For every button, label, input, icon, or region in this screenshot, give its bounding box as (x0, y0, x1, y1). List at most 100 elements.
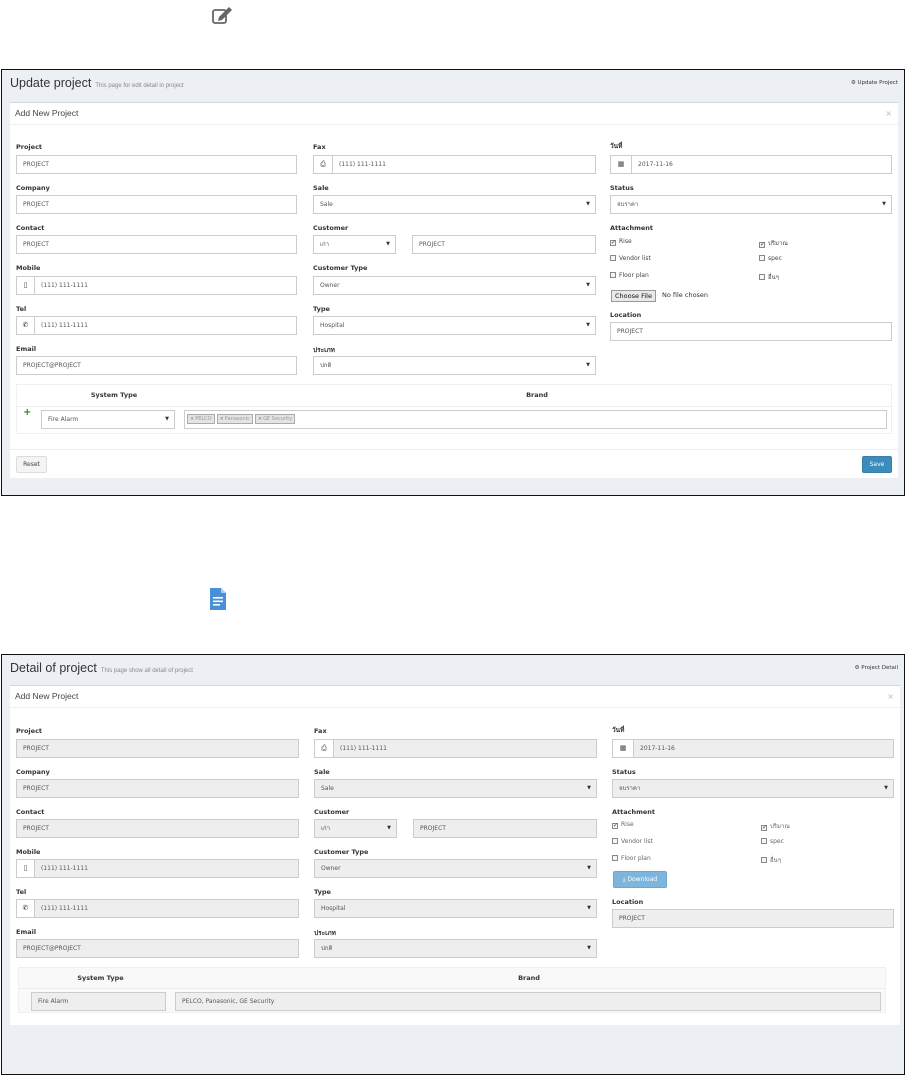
type-label: Type (313, 305, 330, 313)
mobile-input[interactable]: (111) 111-1111 (34, 276, 297, 295)
customer-name-input[interactable]: PROJECT (412, 235, 596, 254)
attachment-checkbox-rise[interactable]: ✓ Rise (610, 238, 632, 246)
contact-input[interactable]: PROJECT (16, 235, 297, 254)
system-type-select[interactable]: Fire Alarm ▼ (41, 410, 175, 429)
page-subtitle: This page show all detail of project (100, 668, 193, 674)
date-field: 2017-11-16 (633, 739, 894, 758)
brand-tag[interactable]: ×GE Security (254, 414, 296, 424)
page-subtitle: This page for edit detail in project (95, 83, 184, 89)
document-icon[interactable] (208, 587, 228, 611)
project-label: Project (16, 143, 43, 151)
email-input[interactable]: PROJECT@PROJECT (16, 356, 297, 375)
content-header: Update project This page for edit detail … (2, 70, 904, 96)
country-label: ประเภท (313, 346, 335, 354)
footer-divider (10, 449, 898, 450)
remove-tag-icon[interactable]: × (190, 416, 194, 422)
brand-multiselect[interactable]: ×PELCO ×Panasonic ×GE Security (184, 410, 887, 429)
company-input[interactable]: PROJECT (16, 195, 297, 214)
customer-select[interactable]: เก่า ▼ (313, 235, 396, 254)
tel-field: (111) 111-1111 (34, 899, 299, 918)
attachment-checkbox-vendor-list: Vendor list (612, 838, 653, 845)
fax-icon: ⎙ (314, 739, 334, 758)
customer-select-field: เก่า ▼ (314, 819, 397, 838)
breadcrumb[interactable]: ⚙ Update Project (851, 80, 898, 86)
system-type-field: Fire Alarm (31, 992, 166, 1011)
attachment-checkbox-quantity: ✓ ปริมาณ (761, 823, 790, 831)
country-field: ปกติ ▼ (314, 939, 597, 958)
mobile-label: Mobile (16, 848, 41, 856)
location-label: Location (610, 311, 642, 319)
close-icon[interactable]: × (885, 109, 892, 118)
chevron-down-icon: ▼ (165, 416, 169, 422)
location-label: Location (612, 898, 644, 906)
date-input[interactable]: 2017-11-16 (631, 155, 892, 174)
edit-icon[interactable] (211, 5, 235, 25)
company-label: Company (16, 184, 50, 192)
box-title: Add New Project (15, 108, 79, 118)
choose-file-button[interactable]: Choose File (611, 290, 656, 302)
phone-icon: ✆ (16, 316, 35, 335)
country-select[interactable]: ปกติ ▼ (313, 356, 596, 375)
close-icon[interactable]: × (887, 692, 894, 701)
customer-type-label: Customer Type (313, 264, 368, 272)
email-field: PROJECT@PROJECT (16, 939, 299, 958)
attachment-checkbox-spec[interactable]: spec (759, 255, 782, 262)
attachment-checkbox-vendor-list[interactable]: Vendor list (610, 255, 651, 262)
sale-select[interactable]: Sale ▼ (313, 195, 596, 214)
remove-tag-icon[interactable]: × (258, 416, 262, 422)
plus-icon[interactable]: + (23, 407, 31, 418)
customer-label: Customer (313, 224, 349, 232)
calendar-icon: ▦ (612, 739, 634, 758)
box-header: Add New Project × (10, 103, 898, 125)
location-input[interactable]: PROJECT (610, 322, 892, 341)
fax-input[interactable]: (111) 111-1111 (332, 155, 596, 174)
status-select[interactable]: จบราคา ▼ (610, 195, 892, 214)
system-type-header: System Type (77, 974, 124, 982)
tel-label: Tel (16, 305, 27, 313)
attachment-label: Attachment (610, 224, 654, 232)
project-detail-box: Add New Project × Project PROJECT Compan… (10, 685, 900, 1025)
calendar-icon: ▦ (610, 155, 632, 174)
breadcrumb[interactable]: ⚙ Project Detail (855, 665, 898, 671)
brand-tag[interactable]: ×PELCO (187, 414, 215, 424)
customer-type-select[interactable]: Owner ▼ (313, 276, 596, 295)
fax-field: (111) 111-1111 (333, 739, 597, 758)
company-field: PROJECT (16, 779, 299, 798)
status-label: Status (610, 184, 634, 192)
attachment-checkbox-other: อื่นๆ (761, 855, 781, 865)
chevron-down-icon: ▼ (587, 785, 591, 791)
table-divider (19, 988, 885, 989)
project-field: PROJECT (16, 739, 299, 758)
customer-label: Customer (314, 808, 350, 816)
country-label: ประเภท (314, 929, 336, 937)
chevron-down-icon: ▼ (586, 201, 590, 207)
project-input[interactable]: PROJECT (16, 155, 297, 174)
attachment-checkbox-quantity[interactable]: ✓ ปริมาณ (759, 238, 788, 248)
contact-field: PROJECT (16, 819, 299, 838)
phone-icon: ✆ (16, 899, 35, 918)
save-button[interactable]: Save (862, 456, 892, 473)
tel-input[interactable]: (111) 111-1111 (34, 316, 297, 335)
brand-header: Brand (518, 974, 540, 982)
system-brand-table: System Type Brand Fire Alarm PELCO, Pana… (18, 967, 886, 1013)
attachment-checkbox-floor-plan: Floor plan (612, 855, 651, 862)
page-title: Detail of project This page show all deta… (10, 661, 193, 675)
status-label: Status (612, 768, 636, 776)
chevron-down-icon: ▼ (587, 945, 591, 951)
chevron-down-icon: ▼ (586, 362, 590, 368)
system-type-header: System Type (90, 391, 138, 399)
download-icon: ⤓ (622, 876, 626, 883)
chevron-down-icon: ▼ (882, 201, 886, 207)
table-divider (17, 406, 891, 407)
type-select[interactable]: Hospital ▼ (313, 316, 596, 335)
download-button[interactable]: ⤓ Download (613, 871, 667, 888)
brand-tag[interactable]: ×Panasonic (216, 414, 253, 424)
attachment-checkbox-spec: spec (761, 838, 784, 845)
reset-button[interactable]: Reset (16, 456, 47, 473)
file-status: No file chosen (662, 291, 709, 299)
type-field: Hospital ▼ (314, 899, 597, 918)
chevron-down-icon: ▼ (587, 865, 591, 871)
attachment-checkbox-floor-plan[interactable]: Floor plan (610, 272, 649, 279)
attachment-checkbox-other[interactable]: อื่นๆ (759, 272, 779, 282)
remove-tag-icon[interactable]: × (220, 416, 224, 422)
